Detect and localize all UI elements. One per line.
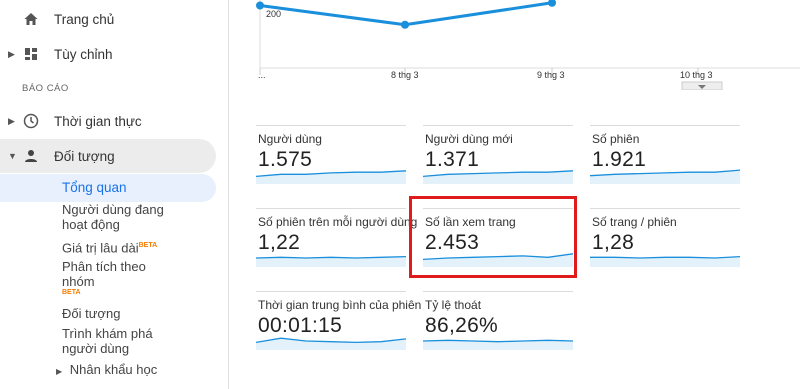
metric-sparkline: [256, 170, 406, 184]
sparkline-area: [256, 256, 406, 267]
clock-icon: [22, 112, 40, 130]
x-axis-label: 8 thg 3: [391, 70, 419, 80]
sub-user-explorer[interactable]: Trình khám phá người dùng: [62, 326, 172, 356]
caret-right-icon: ▶: [8, 48, 15, 59]
metric-sparkline: [590, 255, 740, 267]
nav-realtime-label: Thời gian thực: [54, 113, 142, 129]
y-axis-tick: 200: [266, 9, 282, 19]
sub-active-users[interactable]: Người dùng đang hoạt động: [62, 202, 182, 232]
sub-cohort-label: Phân tích theo nhóm: [62, 259, 146, 289]
caret-right-icon: ▶: [8, 115, 15, 126]
sub-lifetime-value-label: Giá trị lâu dài: [62, 240, 139, 256]
metric-sparkline: [590, 169, 740, 184]
sub-overview[interactable]: Tổng quan: [0, 174, 216, 202]
nav-audience[interactable]: ▼ Đối tượng: [0, 139, 216, 173]
beta-badge: BETA: [62, 289, 81, 296]
sub-overview-label: Tổng quan: [62, 180, 127, 195]
person-icon: [22, 147, 40, 165]
metric-sparkline: [256, 337, 406, 350]
metric-name: Thời gian trung bình của phiên: [258, 298, 422, 312]
metric-card[interactable]: Người dùng mới 1.371: [423, 125, 573, 195]
metric-name: Người dùng: [258, 132, 322, 146]
metric-sparkline: [256, 255, 406, 267]
sub-audiences-label: Đối tượng: [62, 306, 121, 321]
sub-lifetime-value[interactable]: Giá trị lâu dàiBETA: [62, 238, 157, 255]
metric-name: Số trang / phiên: [592, 215, 677, 229]
main-line-chart: ... 8 thg 3 9 thg 3 10 thg 3 200: [230, 0, 800, 90]
nav-customize-label: Tùy chỉnh: [54, 46, 113, 62]
main-series-point: [256, 1, 264, 10]
metric-name: Số phiên trên mỗi người dùng: [258, 215, 418, 229]
caret-right-icon: ▶: [56, 367, 63, 376]
nav-audience-label: Đối tượng: [54, 148, 115, 164]
home-icon: [22, 10, 40, 28]
caret-down-icon: ▼: [8, 151, 17, 161]
main-series-point: [548, 0, 556, 7]
x-axis-label: 9 thg 3: [537, 70, 565, 80]
metric-card[interactable]: Số trang / phiên 1,28: [590, 208, 740, 278]
sub-demographics[interactable]: ▶ Nhân khẩu học: [56, 362, 157, 379]
reports-header: BÁO CÁO: [22, 83, 69, 94]
sub-audiences[interactable]: Đối tượng: [62, 306, 120, 321]
dashboard-icon: [22, 45, 40, 63]
metric-sparkline: [423, 339, 573, 350]
nav-home[interactable]: Trang chủ: [0, 2, 216, 36]
metric-card[interactable]: Tỷ lệ thoát 86,26%: [423, 291, 573, 361]
x-axis-start: ...: [258, 70, 266, 80]
main-chart-svg: [256, 0, 800, 90]
metric-card[interactable]: Số phiên trên mỗi người dùng 1,22: [256, 208, 417, 278]
main-series-point: [401, 20, 409, 29]
sub-user-explorer-label: Trình khám phá người dùng: [62, 326, 153, 356]
metric-card[interactable]: Thời gian trung bình của phiên 00:01:15: [256, 291, 421, 361]
nav-home-label: Trang chủ: [54, 11, 115, 27]
metric-name: Tỷ lệ thoát: [425, 298, 482, 312]
metric-card[interactable]: Số phiên 1.921: [590, 125, 740, 195]
sparkline-line: [590, 255, 740, 259]
sidebar: Trang chủ ▶ Tùy chỉnh BÁO CÁO ▶ Thời gia…: [0, 0, 229, 389]
sub-cohort[interactable]: Phân tích theo nhóm BETA: [62, 259, 162, 297]
sub-demographics-label: Nhân khẩu học: [69, 362, 158, 377]
metric-card[interactable]: Người dùng 1.575: [256, 125, 406, 195]
sparkline-area: [256, 338, 406, 350]
nav-realtime[interactable]: ▶ Thời gian thực: [0, 104, 216, 138]
highlight-box: [409, 196, 577, 278]
metric-sparkline: [423, 170, 573, 184]
metric-name: Số phiên: [592, 132, 640, 146]
sub-active-users-label: Người dùng đang hoạt động: [62, 202, 164, 232]
metric-name: Người dùng mới: [425, 132, 513, 146]
nav-customize[interactable]: ▶ Tùy chỉnh: [0, 37, 216, 71]
sparkline-line: [256, 255, 406, 259]
x-axis-label: 10 thg 3: [680, 70, 713, 80]
beta-badge: BETA: [138, 242, 158, 249]
